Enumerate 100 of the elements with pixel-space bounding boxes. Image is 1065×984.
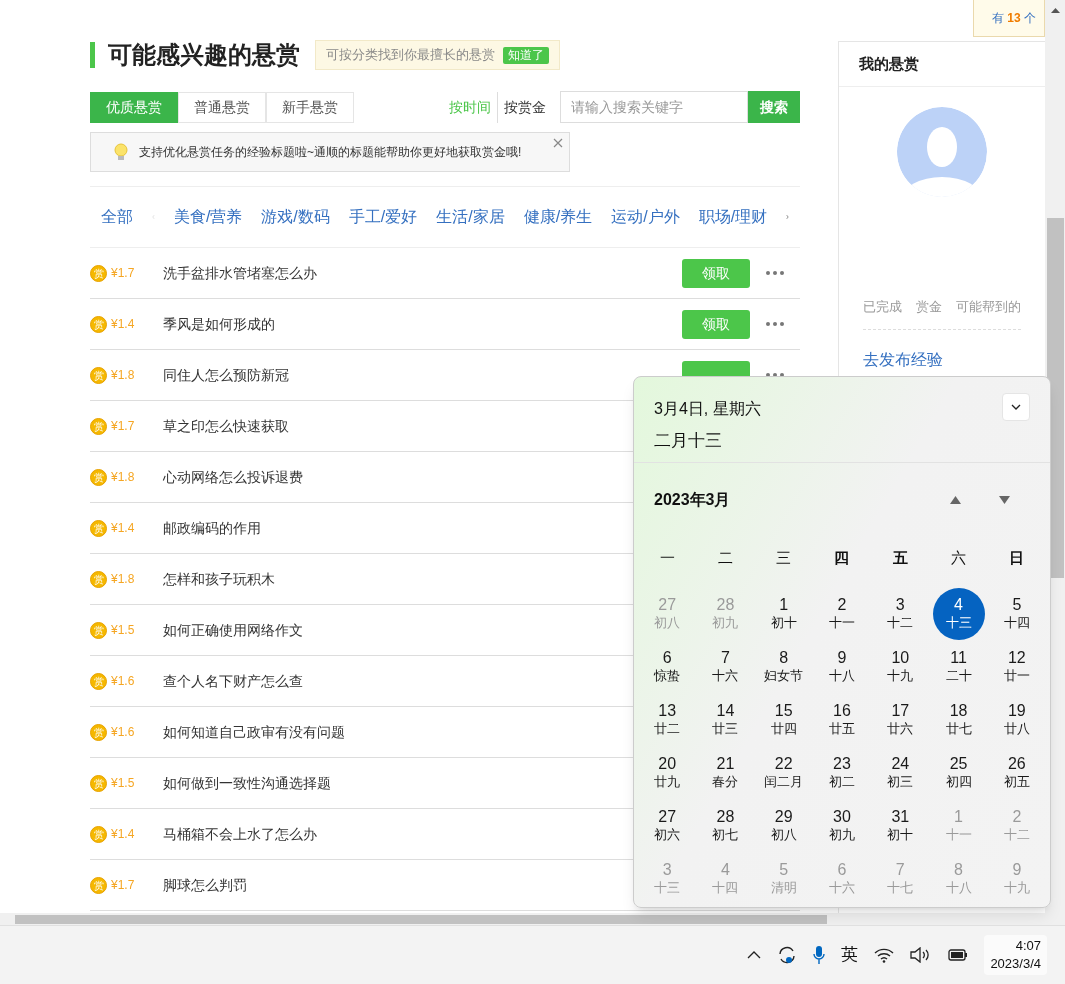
- calendar-day[interactable]: 9 十八: [816, 640, 868, 693]
- more-icon[interactable]: [766, 322, 784, 326]
- category-link[interactable]: 全部: [101, 205, 133, 229]
- calendar-day[interactable]: 18 廿七: [932, 693, 985, 746]
- question-title[interactable]: 同住人怎么预防新冠: [163, 364, 289, 386]
- question-title[interactable]: 草之印怎么快速获取: [163, 415, 289, 437]
- battery-icon[interactable]: [946, 948, 969, 962]
- more-icon[interactable]: [766, 271, 784, 275]
- weekday-label: 三: [775, 548, 793, 568]
- question-title[interactable]: 心动网络怎么投诉退费: [163, 466, 303, 488]
- question-title[interactable]: 怎样和孩子玩积木: [163, 568, 275, 590]
- weekday-label: 日: [1008, 548, 1026, 568]
- coin-badge: 赏: [90, 264, 107, 282]
- calendar-day[interactable]: 24 初三: [874, 746, 927, 799]
- calendar-day[interactable]: 17 廿六: [874, 693, 927, 746]
- reward-amount: ¥1.4: [111, 520, 136, 537]
- question-title[interactable]: 邮政编码的作用: [163, 517, 261, 539]
- calendar-day[interactable]: 23 初二: [816, 746, 868, 799]
- calendar-day[interactable]: 3 十二: [874, 587, 927, 640]
- previous-month-icon[interactable]: [950, 496, 961, 504]
- weekday-label: 四: [833, 548, 851, 568]
- question-title[interactable]: 查个人名下财产怎么查: [163, 670, 303, 692]
- question-title[interactable]: 如何正确使用网络作文: [163, 619, 303, 641]
- collapse-button[interactable]: [1002, 393, 1030, 421]
- horizontal-scrollbar[interactable]: [0, 913, 1065, 925]
- question-title[interactable]: 如何知道自己政审有没有问题: [163, 721, 345, 743]
- calendar-day[interactable]: 26 初五: [990, 746, 1043, 799]
- microphone-icon[interactable]: [813, 945, 826, 965]
- calendar-day[interactable]: 22 闰二月: [757, 746, 810, 799]
- reward-amount: ¥1.7: [111, 877, 136, 894]
- weekday-label: 六: [950, 548, 968, 568]
- calendar-day[interactable]: 25 初四: [932, 746, 985, 799]
- coin-badge: 赏: [90, 417, 107, 435]
- calendar-day[interactable]: 15 廿四: [757, 693, 810, 746]
- reward-amount: ¥1.7: [111, 418, 136, 435]
- calendar-day[interactable]: 29 初八: [757, 799, 810, 852]
- stat-label: 已完成: [863, 298, 902, 316]
- question-title[interactable]: 洗手盆排水管堵塞怎么办: [163, 262, 317, 284]
- volume-icon[interactable]: [910, 947, 931, 963]
- lightbulb-icon: [111, 141, 131, 163]
- question-title[interactable]: 如何做到一致性沟通选择题: [163, 772, 331, 794]
- calendar-day[interactable]: 27 初六: [641, 799, 694, 852]
- scroll-up-icon[interactable]: [1050, 8, 1060, 13]
- calendar-day[interactable]: 11 二十: [932, 640, 985, 693]
- reward-amount: ¥1.7: [111, 265, 136, 282]
- calendar-day[interactable]: 13 廿二: [641, 693, 694, 746]
- reward-amount: ¥1.8: [111, 367, 136, 384]
- category-link[interactable]: 游戏/数码: [261, 205, 330, 229]
- calendar-day[interactable]: 5 十四: [990, 587, 1043, 640]
- coin-badge: 赏: [90, 774, 107, 792]
- search-field[interactable]: 请输入搜索关键字: [560, 91, 748, 123]
- calendar-day[interactable]: 21 春分: [699, 746, 752, 799]
- calendar-day[interactable]: 20 廿九: [641, 746, 694, 799]
- question-title[interactable]: 季风是如何形成的: [163, 313, 275, 335]
- coin-badge: 赏: [90, 366, 107, 384]
- question-title[interactable]: 马桶箱不会上水了怎么办: [163, 823, 317, 845]
- tab[interactable]: 新手悬赏: [266, 91, 354, 123]
- calendar-day[interactable]: 6 惊蛰: [641, 640, 694, 693]
- notification-tab[interactable]: 有 13 个: [973, 0, 1045, 37]
- reward-amount: ¥1.5: [111, 622, 136, 639]
- calendar-day[interactable]: 2 十一: [816, 587, 868, 640]
- reward-amount: ¥1.4: [111, 826, 136, 843]
- category-link[interactable]: 生活/家居: [436, 205, 505, 229]
- weekday-label: 五: [891, 548, 909, 568]
- wifi-icon[interactable]: [874, 947, 895, 963]
- publish-link[interactable]: 去发布经验: [863, 347, 1021, 372]
- category-link[interactable]: 手工/爱好: [348, 205, 418, 229]
- tab[interactable]: 普通悬赏: [178, 91, 266, 123]
- reward-amount: ¥1.8: [111, 571, 136, 588]
- search-input[interactable]: 请输入搜索关键字: [571, 96, 737, 118]
- caret-up-icon[interactable]: [747, 951, 762, 959]
- calendar-day[interactable]: 1 初十: [757, 587, 810, 640]
- lunar-date: 二月十三: [654, 430, 722, 452]
- calendar-day[interactable]: 8 妇女节: [757, 640, 810, 693]
- calendar-day[interactable]: 12 廿一: [990, 640, 1043, 693]
- clock[interactable]: 4:07 2023/3/4: [984, 935, 1047, 975]
- calendar-day[interactable]: 14 廿三: [699, 693, 752, 746]
- calendar-day[interactable]: 28 初七: [699, 799, 752, 852]
- calendar-day[interactable]: 4 十三: [932, 587, 985, 640]
- calendar-day[interactable]: 30 初九: [816, 799, 868, 852]
- sort-link[interactable]: 按赏金: [497, 91, 552, 123]
- reward-amount: ¥1.6: [111, 673, 136, 690]
- category-link[interactable]: 健康/养生: [523, 205, 593, 229]
- input-method-indicator[interactable]: 英: [841, 942, 859, 968]
- weekday-label: 一: [658, 548, 676, 568]
- question-title[interactable]: 脚球怎么判罚: [163, 874, 247, 896]
- coin-badge: 赏: [90, 468, 107, 486]
- category-link[interactable]: 职场/理财: [698, 205, 768, 229]
- calendar-day[interactable]: 10 十九: [874, 640, 927, 693]
- panel-title: 我的悬赏: [859, 53, 919, 74]
- category-link[interactable]: 运动/户外: [611, 205, 680, 229]
- calendar-day[interactable]: 19 廿八: [990, 693, 1043, 746]
- calendar-day[interactable]: 7 十六: [699, 640, 752, 693]
- category-link[interactable]: 美食/营养: [173, 205, 243, 229]
- calendar-day[interactable]: 31 初十: [874, 799, 927, 852]
- calendar-day[interactable]: 16 廿五: [816, 693, 868, 746]
- next-month-icon[interactable]: [999, 496, 1010, 504]
- close-icon[interactable]: [553, 138, 563, 148]
- reward-amount: ¥1.5: [111, 775, 136, 792]
- sync-icon[interactable]: [777, 945, 798, 965]
